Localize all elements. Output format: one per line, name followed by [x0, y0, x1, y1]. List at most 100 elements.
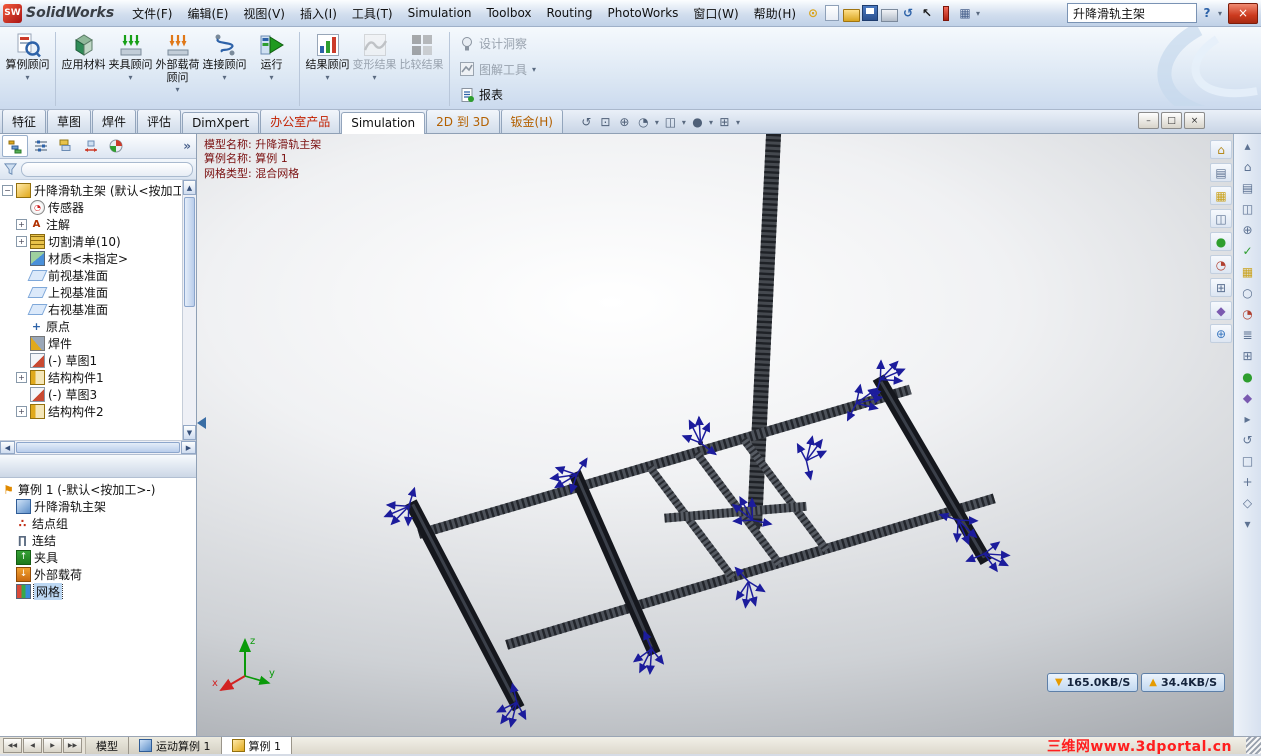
zoom-area-icon[interactable]	[616, 114, 633, 130]
study-root-item[interactable]: 算例 1 (-默认<按加工>-)	[2, 481, 194, 498]
apply-material-button[interactable]: 应用材料	[60, 29, 107, 109]
expand-icon[interactable]	[16, 236, 27, 247]
view-palette-icon[interactable]	[1210, 278, 1232, 297]
tree-item[interactable]: 结构构件2	[2, 403, 181, 420]
grid-icon[interactable]	[1237, 347, 1258, 364]
next-tab-button[interactable]	[43, 738, 62, 753]
chevron-down-icon[interactable]	[532, 65, 536, 74]
study-advisor-button[interactable]: 算例顾问	[4, 29, 51, 109]
scroll-up-icon[interactable]	[183, 180, 196, 195]
material-ball-icon[interactable]	[1237, 305, 1258, 322]
palette-icon[interactable]	[1237, 263, 1258, 280]
print-button[interactable]	[880, 5, 898, 22]
search-icon[interactable]	[1237, 221, 1258, 238]
graphics-viewport[interactable]: 模型名称: 升降滑轨主架 算例名称: 算例 1 网格类型: 混合网格 z x y…	[197, 134, 1233, 736]
search-input[interactable]: 升降滑轨主架	[1066, 3, 1197, 23]
tree-item[interactable]: 原点	[2, 318, 181, 335]
tab-simulation[interactable]: Simulation	[341, 112, 426, 134]
minimize-button[interactable]	[1138, 112, 1159, 129]
tree-item-selected[interactable]: 网格	[2, 583, 194, 600]
design-insight-button[interactable]: 设计洞察	[456, 34, 540, 53]
panel-overflow-icon[interactable]	[183, 139, 194, 153]
plot-tools-button[interactable]: 图解工具	[456, 60, 540, 79]
new-document-button[interactable]	[823, 5, 841, 22]
library-icon[interactable]	[1237, 179, 1258, 196]
check-icon[interactable]	[1237, 242, 1258, 259]
list-icon[interactable]	[1237, 326, 1258, 343]
tab-evaluate[interactable]: 评估	[137, 109, 182, 133]
tree-item[interactable]: 夹具	[2, 549, 194, 566]
toolbar-dropdown-icon[interactable]	[976, 9, 980, 18]
scroll-left-icon[interactable]	[0, 441, 15, 454]
chevron-down-icon[interactable]	[128, 73, 132, 82]
home-icon[interactable]	[1210, 140, 1232, 159]
chevron-down-icon[interactable]	[175, 85, 179, 94]
document-icon[interactable]	[1210, 163, 1232, 182]
scroll-down-icon[interactable]	[183, 425, 196, 440]
vertical-scrollbar[interactable]	[182, 180, 196, 440]
chevron-down-icon[interactable]	[269, 73, 273, 82]
tab-features[interactable]: 特征	[2, 109, 47, 133]
tree-item[interactable]: 上视基准面	[2, 284, 181, 301]
outline-diamond-icon[interactable]	[1237, 494, 1258, 511]
tree-item[interactable]: 前视基准面	[2, 267, 181, 284]
spotlight-icon[interactable]	[804, 5, 822, 22]
scrollbar-thumb[interactable]	[16, 442, 180, 453]
close-button[interactable]	[1228, 2, 1258, 24]
menu-view[interactable]: 视图(V)	[236, 1, 292, 26]
chevron-down-icon[interactable]	[25, 73, 29, 82]
compare-results-button[interactable]: 比较结果	[398, 29, 445, 109]
menu-edit[interactable]: 编辑(E)	[180, 1, 235, 26]
chevron-down-icon[interactable]	[222, 73, 226, 82]
tree-item[interactable]: 升降滑轨主架	[2, 498, 194, 515]
panel-splitter[interactable]	[0, 454, 196, 478]
resize-grip[interactable]	[1246, 737, 1261, 754]
expand-icon[interactable]	[16, 372, 27, 383]
propertymanager-tab[interactable]	[29, 136, 53, 156]
dimxpertmanager-tab[interactable]	[79, 136, 103, 156]
tab-dimxpert[interactable]: DimXpert	[182, 112, 260, 133]
section-view-icon[interactable]	[716, 114, 733, 130]
rotate-view-icon[interactable]	[635, 114, 652, 130]
featuremanager-tab[interactable]	[2, 135, 28, 157]
options-grid-button[interactable]	[956, 5, 974, 22]
scene-icon[interactable]	[1210, 255, 1232, 274]
zoom-to-fit-icon[interactable]	[597, 114, 614, 130]
tree-item[interactable]: 外部载荷	[2, 566, 194, 583]
help-button[interactable]: ?	[1198, 5, 1216, 22]
tree-item[interactable]: 注解	[2, 216, 181, 233]
report-button[interactable]: 报表	[456, 85, 540, 104]
chevron-down-icon[interactable]	[655, 118, 659, 127]
undo-button[interactable]	[899, 5, 917, 22]
menu-simulation[interactable]: Simulation	[401, 2, 479, 24]
tree-item[interactable]: 焊件	[2, 335, 181, 352]
tree-item[interactable]: 切割清单(10)	[2, 233, 181, 250]
add-in-icon[interactable]	[1210, 324, 1232, 343]
custom-properties-icon[interactable]	[1210, 301, 1232, 320]
tree-item[interactable]: (-) 草图3	[2, 386, 181, 403]
menu-routing[interactable]: Routing	[540, 2, 600, 24]
first-tab-button[interactable]	[3, 738, 22, 753]
displaymanager-tab[interactable]	[104, 136, 128, 156]
filter-input[interactable]	[21, 161, 193, 177]
prev-tab-button[interactable]	[23, 738, 42, 753]
results-advisor-button[interactable]: 结果顾问	[304, 29, 351, 109]
external-loads-advisor-button[interactable]: 外部载荷顾问	[154, 29, 201, 109]
tab-2d-to-3d[interactable]: 2D 到 3D	[426, 109, 500, 133]
motion-study-tab[interactable]: 运动算例 1	[129, 737, 222, 754]
save-button[interactable]	[861, 5, 879, 22]
menu-window[interactable]: 窗口(W)	[686, 1, 745, 26]
horizontal-scrollbar[interactable]	[0, 440, 196, 454]
tree-item[interactable]: 连结	[2, 532, 194, 549]
resources-icon[interactable]	[1237, 158, 1258, 175]
connections-advisor-button[interactable]: 连接顾问	[201, 29, 248, 109]
close-document-button[interactable]	[1184, 112, 1205, 129]
strip-scroll-down-icon[interactable]	[1237, 515, 1258, 532]
restore-button[interactable]	[1161, 112, 1182, 129]
refresh-icon[interactable]	[1237, 431, 1258, 448]
filter-funnel-icon[interactable]	[3, 162, 18, 177]
tab-sketch[interactable]: 草图	[47, 109, 92, 133]
play-icon[interactable]	[1237, 410, 1258, 427]
study-tab[interactable]: 算例 1	[221, 737, 292, 754]
menu-toolbox[interactable]: Toolbox	[480, 2, 539, 24]
